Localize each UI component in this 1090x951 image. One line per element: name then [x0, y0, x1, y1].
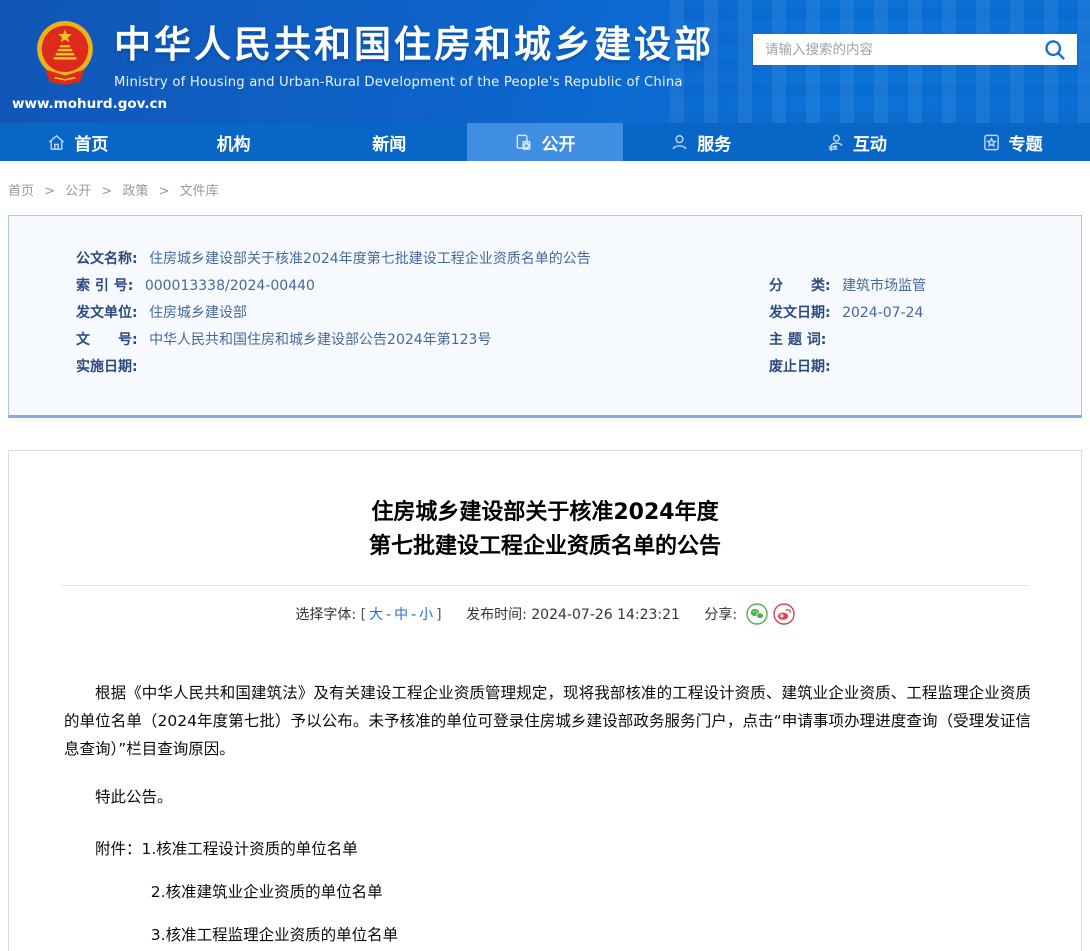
attachment-link-2[interactable]: 2.核准建筑业企业资质的单位名单 [64, 878, 1031, 906]
wechat-share-icon[interactable] [746, 603, 768, 625]
meta-label: 发文单位: [76, 305, 138, 321]
nav-label: 新闻 [372, 130, 406, 155]
meta-row-doc-number: 文 号: 中华人民共和国住房和城乡建设部公告2024年第123号 [76, 327, 769, 354]
search-icon [1043, 38, 1067, 62]
meta-row-repeal-date: 废止日期: [769, 354, 1081, 381]
nav-item-topics[interactable]: 专题 [934, 123, 1090, 161]
breadcrumb-policy[interactable]: 政策 [122, 184, 148, 199]
star-badge-icon [982, 133, 1001, 152]
nav-label: 首页 [74, 130, 108, 155]
nav-label: 专题 [1009, 130, 1043, 155]
attachment-link-3[interactable]: 3.核准工程监理企业资质的单位名单 [64, 921, 1031, 949]
nav-label: 公开 [541, 130, 575, 155]
document-lock-icon [514, 133, 533, 152]
nav-item-interact[interactable]: 互动 [779, 123, 935, 161]
doc-meta-right-column: 分 类: 建筑市场监管 发文日期: 2024-07-24 主 题 词: 废止日期… [769, 246, 1081, 381]
meta-value: 中华人民共和国住房和城乡建设部公告2024年第123号 [149, 332, 491, 348]
attachments-label: 附件： [95, 840, 142, 858]
font-size-large-link[interactable]: 大 [369, 607, 383, 623]
article-title-line2: 第七批建设工程企业资质名单的公告 [9, 530, 1081, 564]
meta-value: 000013338/2024-00440 [145, 278, 315, 294]
nav-item-home[interactable]: 首页 [0, 123, 156, 161]
nav-item-news[interactable]: 新闻 [311, 123, 467, 161]
meta-row-issue-date: 发文日期: 2024-07-24 [769, 300, 1081, 327]
title-divider [62, 585, 1028, 586]
meta-value: 建筑市场监管 [842, 278, 926, 294]
attachment-link-1[interactable]: 1.核准工程设计资质的单位名单 [142, 840, 358, 858]
bracket-close: ] [436, 607, 441, 623]
main-nav: 首页 机构 新闻 公开 服务 [0, 123, 1090, 161]
font-size-selector: 选择字体: [大-中-小] [295, 607, 446, 623]
breadcrumb-public[interactable]: 公开 [65, 184, 91, 199]
attachments-line: 附件：1.核准工程设计资质的单位名单 [64, 835, 1031, 863]
site-url: www.mohurd.gov.cn [12, 96, 100, 112]
breadcrumb-home[interactable]: 首页 [8, 184, 34, 199]
font-select-label: 选择字体: [295, 607, 356, 623]
article-meta-bar: 选择字体: [大-中-小] 发布时间: 2024-07-26 14:23:21 … [9, 603, 1081, 625]
nav-label: 服务 [697, 130, 731, 155]
font-size-medium-link[interactable]: 中 [394, 607, 408, 623]
person-icon [670, 133, 689, 152]
nav-item-services[interactable]: 服务 [623, 123, 779, 161]
meta-value: 住房城乡建设部 [149, 305, 247, 321]
publish-time-value: 2024-07-26 14:23:21 [531, 607, 680, 623]
meta-label: 发文日期: [769, 305, 831, 321]
page: www.mohurd.gov.cn 中华人民共和国住房和城乡建设部 Minist… [0, 0, 1090, 951]
dash: - [386, 607, 391, 623]
meta-row-doc-name: 公文名称: 住房城乡建设部关于核准2024年度第七批建设工程企业资质名单的公告 [76, 246, 769, 273]
search-button[interactable] [1043, 38, 1067, 62]
meta-value: 2024-07-24 [842, 305, 923, 321]
article-title: 住房城乡建设部关于核准2024年度 第七批建设工程企业资质名单的公告 [9, 451, 1081, 564]
article-paragraph-2: 特此公告。 [64, 783, 1031, 811]
nav-item-public[interactable]: 公开 [467, 123, 623, 161]
nav-label: 互动 [853, 130, 887, 155]
font-size-small-link[interactable]: 小 [419, 607, 433, 623]
article-paragraph-1: 根据《中华人民共和国建筑法》及有关建设工程企业资质管理规定，现将我部核准的工程设… [64, 679, 1031, 763]
meta-row-implement-date: 实施日期: [76, 354, 769, 381]
meta-label: 废止日期: [769, 359, 831, 375]
article-title-line1: 住房城乡建设部关于核准2024年度 [9, 496, 1081, 530]
national-emblem: www.mohurd.gov.cn [30, 14, 100, 112]
share-label: 分享: [704, 607, 737, 623]
breadcrumb: 首页 > 公开 > 政策 > 文件库 [0, 161, 1090, 215]
breadcrumb-separator: > [44, 184, 55, 199]
doc-meta-box: 公文名称: 住房城乡建设部关于核准2024年度第七批建设工程企业资质名单的公告 … [8, 215, 1082, 418]
weibo-share-icon[interactable] [773, 603, 795, 625]
meta-label: 实施日期: [76, 359, 138, 375]
breadcrumb-separator: > [159, 184, 170, 199]
article-body: 根据《中华人民共和国建筑法》及有关建设工程企业资质管理规定，现将我部核准的工程设… [9, 679, 1081, 951]
meta-row-category: 分 类: 建筑市场监管 [769, 273, 1081, 300]
nav-item-org[interactable]: 机构 [156, 123, 312, 161]
meta-row-subject-words: 主 题 词: [769, 327, 1081, 354]
breadcrumb-separator: > [101, 184, 112, 199]
meta-label: 分 类: [769, 278, 831, 294]
publish-time-label: 发布时间: [466, 607, 527, 623]
person-arrows-icon [826, 133, 845, 152]
site-title-en: Ministry of Housing and Urban-Rural Deve… [114, 75, 714, 90]
meta-label: 主 题 词: [769, 332, 826, 348]
search-input[interactable] [765, 42, 1043, 57]
dash: - [411, 607, 416, 623]
site-title-cn: 中华人民共和国住房和城乡建设部 [114, 24, 714, 67]
meta-label: 文 号: [76, 332, 138, 348]
publish-time-block: 发布时间: 2024-07-26 14:23:21 [466, 607, 684, 623]
meta-label: 索 引 号: [76, 278, 133, 294]
home-icon [47, 133, 66, 152]
share-block: 分享: [704, 607, 794, 623]
search-box [753, 34, 1077, 65]
national-emblem-icon [32, 14, 98, 94]
breadcrumb-current: 文件库 [180, 184, 219, 199]
nav-label: 机构 [217, 130, 251, 155]
bracket-open: [ [361, 607, 366, 623]
meta-row-index-number: 索 引 号: 000013338/2024-00440 [76, 273, 769, 300]
meta-label: 公文名称: [76, 251, 138, 267]
site-header: www.mohurd.gov.cn 中华人民共和国住房和城乡建设部 Minist… [0, 0, 1090, 123]
doc-meta-left-column: 公文名称: 住房城乡建设部关于核准2024年度第七批建设工程企业资质名单的公告 … [76, 246, 769, 381]
article-box: 住房城乡建设部关于核准2024年度 第七批建设工程企业资质名单的公告 选择字体:… [8, 450, 1082, 951]
meta-value: 住房城乡建设部关于核准2024年度第七批建设工程企业资质名单的公告 [149, 251, 591, 267]
meta-row-issuing-unit: 发文单位: 住房城乡建设部 [76, 300, 769, 327]
